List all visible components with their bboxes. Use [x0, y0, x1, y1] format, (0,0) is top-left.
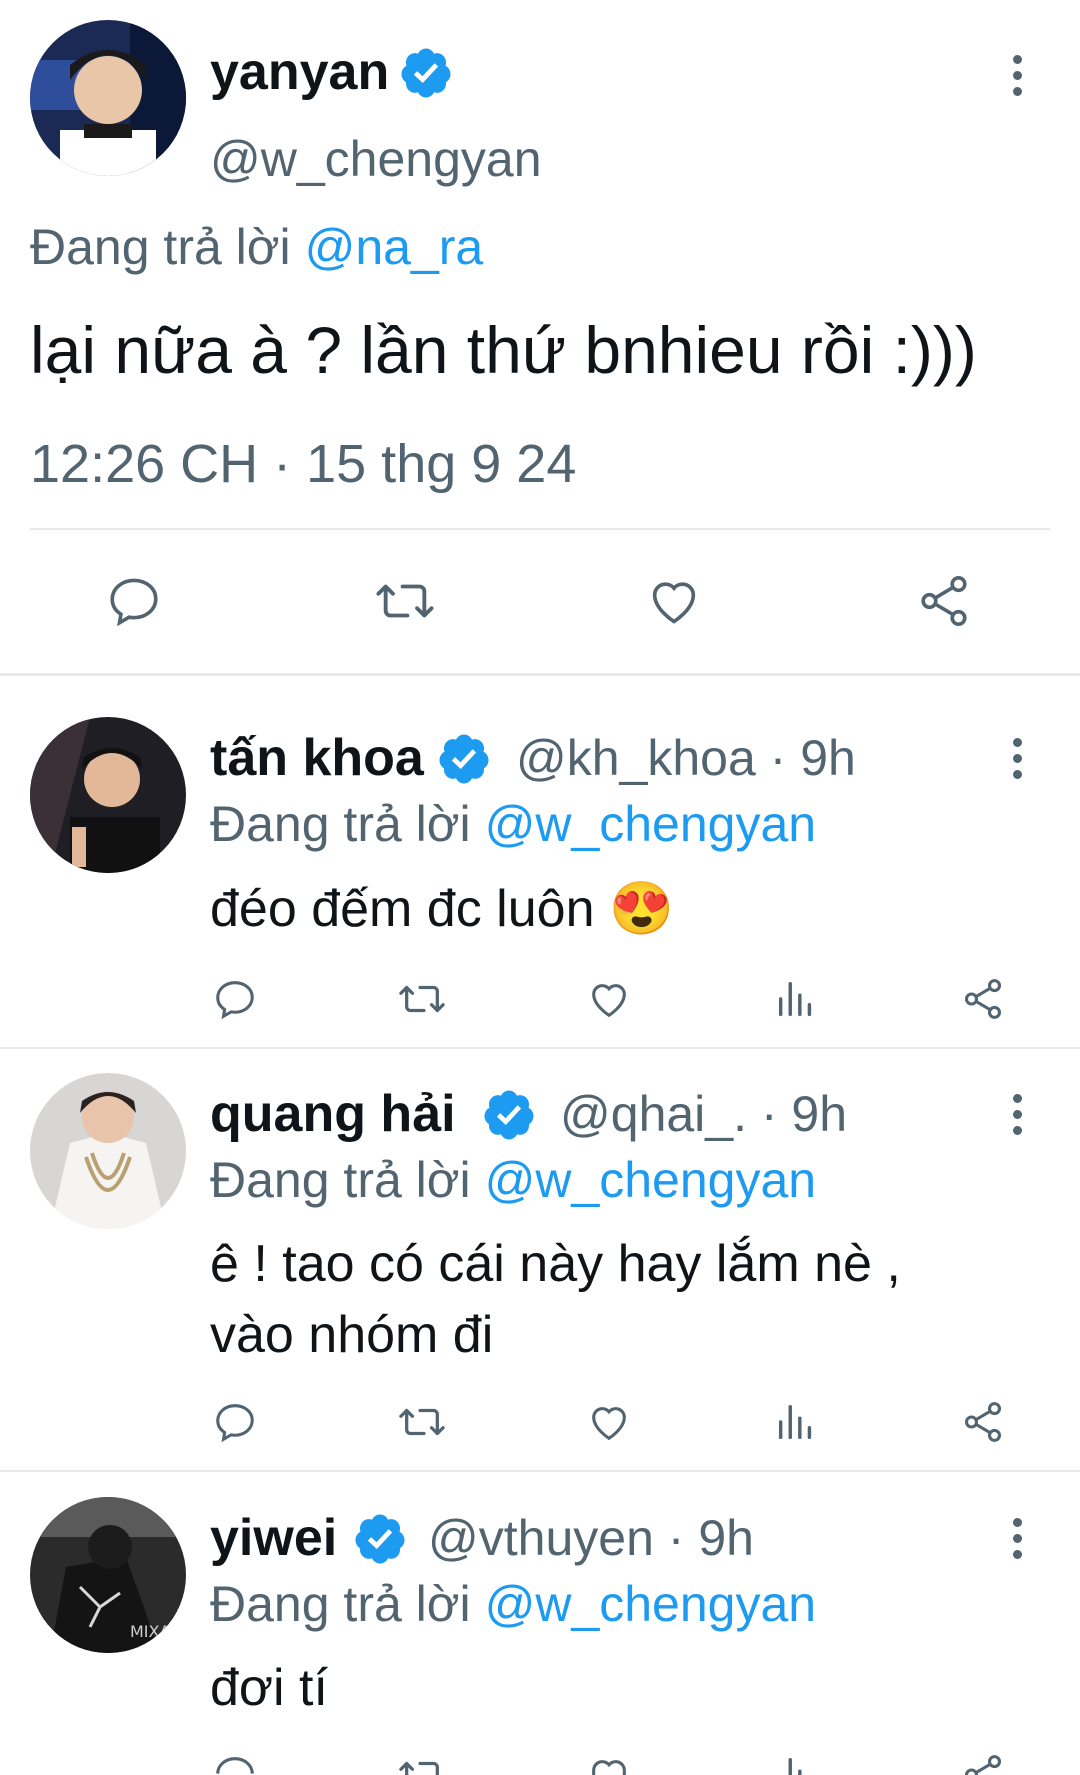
reply-mention-link[interactable]: @na_ra	[305, 219, 484, 275]
reply-context: Đang trả lời @w_chengyan	[210, 1575, 816, 1633]
reply-handle-time[interactable]: @vthuyen · 9h	[428, 1508, 754, 1568]
more-vertical-icon[interactable]	[1002, 738, 1032, 779]
more-vertical-icon[interactable]	[1002, 1518, 1032, 1559]
verified-badge-icon	[436, 731, 492, 787]
verified-badge-icon	[481, 1087, 537, 1143]
more-vertical-icon[interactable]	[1002, 55, 1032, 96]
reply-icon[interactable]	[105, 572, 163, 630]
share-icon[interactable]	[960, 1752, 1006, 1775]
reply-prefix: Đang trả lời	[30, 219, 291, 275]
reply-icon[interactable]	[212, 1399, 258, 1445]
reply-author-name[interactable]: yiwei	[210, 1508, 337, 1568]
reply-mention-link[interactable]: @w_chengyan	[485, 1576, 817, 1632]
reply-context: Đang trả lời @w_chengyan	[210, 795, 816, 853]
reply-author-name[interactable]: tấn khoa	[210, 728, 424, 788]
like-icon[interactable]	[586, 976, 632, 1022]
reply-prefix: Đang trả lời	[210, 1576, 471, 1632]
reply-handle-time[interactable]: @qhai_. · 9h	[560, 1084, 847, 1144]
more-vertical-icon[interactable]	[1002, 1094, 1032, 1135]
views-icon[interactable]	[773, 976, 819, 1022]
avatar-reply[interactable]	[30, 717, 186, 873]
reply-context: Đang trả lời @w_chengyan	[210, 1151, 816, 1209]
divider	[30, 528, 1050, 530]
views-icon[interactable]	[773, 1752, 819, 1775]
retweet-icon[interactable]	[395, 1399, 449, 1445]
verified-badge-icon	[398, 45, 454, 101]
reply-text: đéo đếm đc luôn 😍	[210, 880, 674, 938]
author-handle[interactable]: @w_chengyan	[210, 130, 542, 188]
share-icon[interactable]	[960, 1399, 1006, 1445]
reply-divider	[0, 1470, 1080, 1472]
section-divider	[0, 673, 1080, 676]
svg-text:MIXAM: MIXAM	[130, 1622, 184, 1641]
share-icon[interactable]	[915, 572, 973, 630]
retweet-icon[interactable]	[372, 572, 438, 630]
avatar-main[interactable]	[30, 20, 186, 176]
reply-context: Đang trả lời @na_ra	[30, 218, 483, 276]
reply-author-name[interactable]: quang hải	[210, 1084, 456, 1144]
reply-icon[interactable]	[212, 976, 258, 1022]
avatar-reply[interactable]	[30, 1073, 186, 1229]
author-name[interactable]: yanyan	[210, 42, 389, 102]
reply-prefix: Đang trả lời	[210, 1152, 471, 1208]
reply-text-line2: vào nhóm đi	[210, 1306, 494, 1364]
retweet-icon[interactable]	[395, 976, 449, 1022]
verified-badge-icon	[352, 1511, 408, 1567]
tweet-timestamp[interactable]: 12:26 CH · 15 thg 9 24	[30, 433, 576, 495]
tweet-text: lại nữa à ? lần thứ bnhieu rồi :)))	[30, 313, 977, 387]
reply-prefix: Đang trả lời	[210, 796, 471, 852]
retweet-icon[interactable]	[395, 1752, 449, 1775]
reply-text: đơi tí	[210, 1659, 328, 1717]
reply-text-line1: ê ! tao có cái này hay lắm nè ,	[210, 1235, 901, 1293]
views-icon[interactable]	[773, 1399, 819, 1445]
reply-handle-time[interactable]: @kh_khoa · 9h	[516, 728, 856, 788]
like-icon[interactable]	[586, 1399, 632, 1445]
like-icon[interactable]	[586, 1752, 632, 1775]
reply-icon[interactable]	[212, 1752, 258, 1775]
reply-mention-link[interactable]: @w_chengyan	[485, 1152, 817, 1208]
reply-mention-link[interactable]: @w_chengyan	[485, 796, 817, 852]
reply-divider	[0, 1047, 1080, 1049]
share-icon[interactable]	[960, 976, 1006, 1022]
like-icon[interactable]	[645, 572, 703, 630]
avatar-reply[interactable]: MIXAM	[30, 1497, 186, 1653]
